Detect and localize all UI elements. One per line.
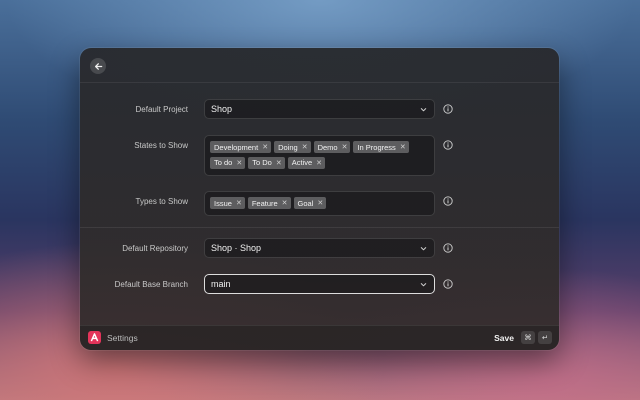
default-project-value: Shop (211, 104, 233, 114)
type-tag: Goal ✕ (293, 197, 327, 209)
state-tag: Demo ✕ (313, 141, 351, 153)
close-icon[interactable]: ✕ (236, 199, 242, 207)
close-icon[interactable]: ✕ (316, 159, 322, 167)
type-tag: Issue ✕ (210, 197, 245, 209)
default-project-select[interactable]: Shop (204, 99, 435, 119)
app-logo-glyph (90, 333, 99, 342)
close-icon[interactable]: ✕ (342, 143, 348, 151)
state-tag: To do ✕ (210, 156, 246, 169)
footer-title: Settings (107, 333, 138, 343)
section-divider (80, 227, 559, 228)
default-base-branch-select[interactable]: main (204, 274, 435, 294)
chevron-down-icon (420, 108, 427, 112)
state-tag: In Progress ✕ (353, 141, 409, 153)
save-button[interactable]: Save (494, 333, 514, 343)
types-to-show-tag-input[interactable]: Issue ✕ Feature ✕ Goal ✕ (204, 191, 435, 216)
chevron-down-icon (420, 247, 427, 251)
states-to-show-tag-input[interactable]: Development ✕ Doing ✕ Demo ✕ In Progress ✕ T… (204, 135, 435, 176)
close-icon[interactable]: ✕ (282, 199, 288, 207)
close-icon[interactable]: ✕ (317, 199, 323, 207)
default-project-label: Default Project (135, 105, 188, 114)
info-icon[interactable] (443, 196, 453, 206)
default-base-branch-label: Default Base Branch (114, 280, 188, 289)
info-icon[interactable] (443, 243, 453, 253)
info-icon[interactable] (443, 140, 453, 150)
chevron-down-icon (420, 283, 427, 287)
command-key-badge: ⌘ (521, 331, 535, 344)
info-icon[interactable] (443, 104, 453, 114)
close-icon[interactable]: ✕ (400, 143, 406, 151)
state-tag: To Do ✕ (248, 156, 285, 169)
states-to-show-label: States to Show (134, 141, 188, 150)
close-icon[interactable]: ✕ (276, 159, 282, 167)
default-repository-label: Default Repository (122, 244, 188, 253)
default-base-branch-value: main (211, 279, 231, 289)
app-logo-icon (88, 331, 101, 344)
settings-window: Default Project Shop States to Show Deve… (80, 48, 559, 350)
close-icon[interactable]: ✕ (302, 143, 308, 151)
footer-bar: Settings Save ⌘ ↵ (80, 325, 559, 350)
state-tag: Doing ✕ (274, 141, 311, 153)
state-tag: Active ✕ (287, 156, 326, 169)
info-icon[interactable] (443, 279, 453, 289)
types-to-show-label: Types to Show (135, 197, 188, 206)
back-button[interactable] (90, 58, 106, 74)
close-icon[interactable]: ✕ (236, 159, 242, 167)
title-bar (80, 48, 559, 83)
return-key-badge: ↵ (538, 331, 552, 344)
default-repository-value: Shop · Shop (211, 243, 262, 253)
arrow-left-icon (94, 62, 102, 70)
close-icon[interactable]: ✕ (262, 143, 268, 151)
state-tag: Development ✕ (210, 141, 272, 153)
type-tag: Feature ✕ (247, 197, 291, 209)
default-repository-select[interactable]: Shop · Shop (204, 238, 435, 258)
